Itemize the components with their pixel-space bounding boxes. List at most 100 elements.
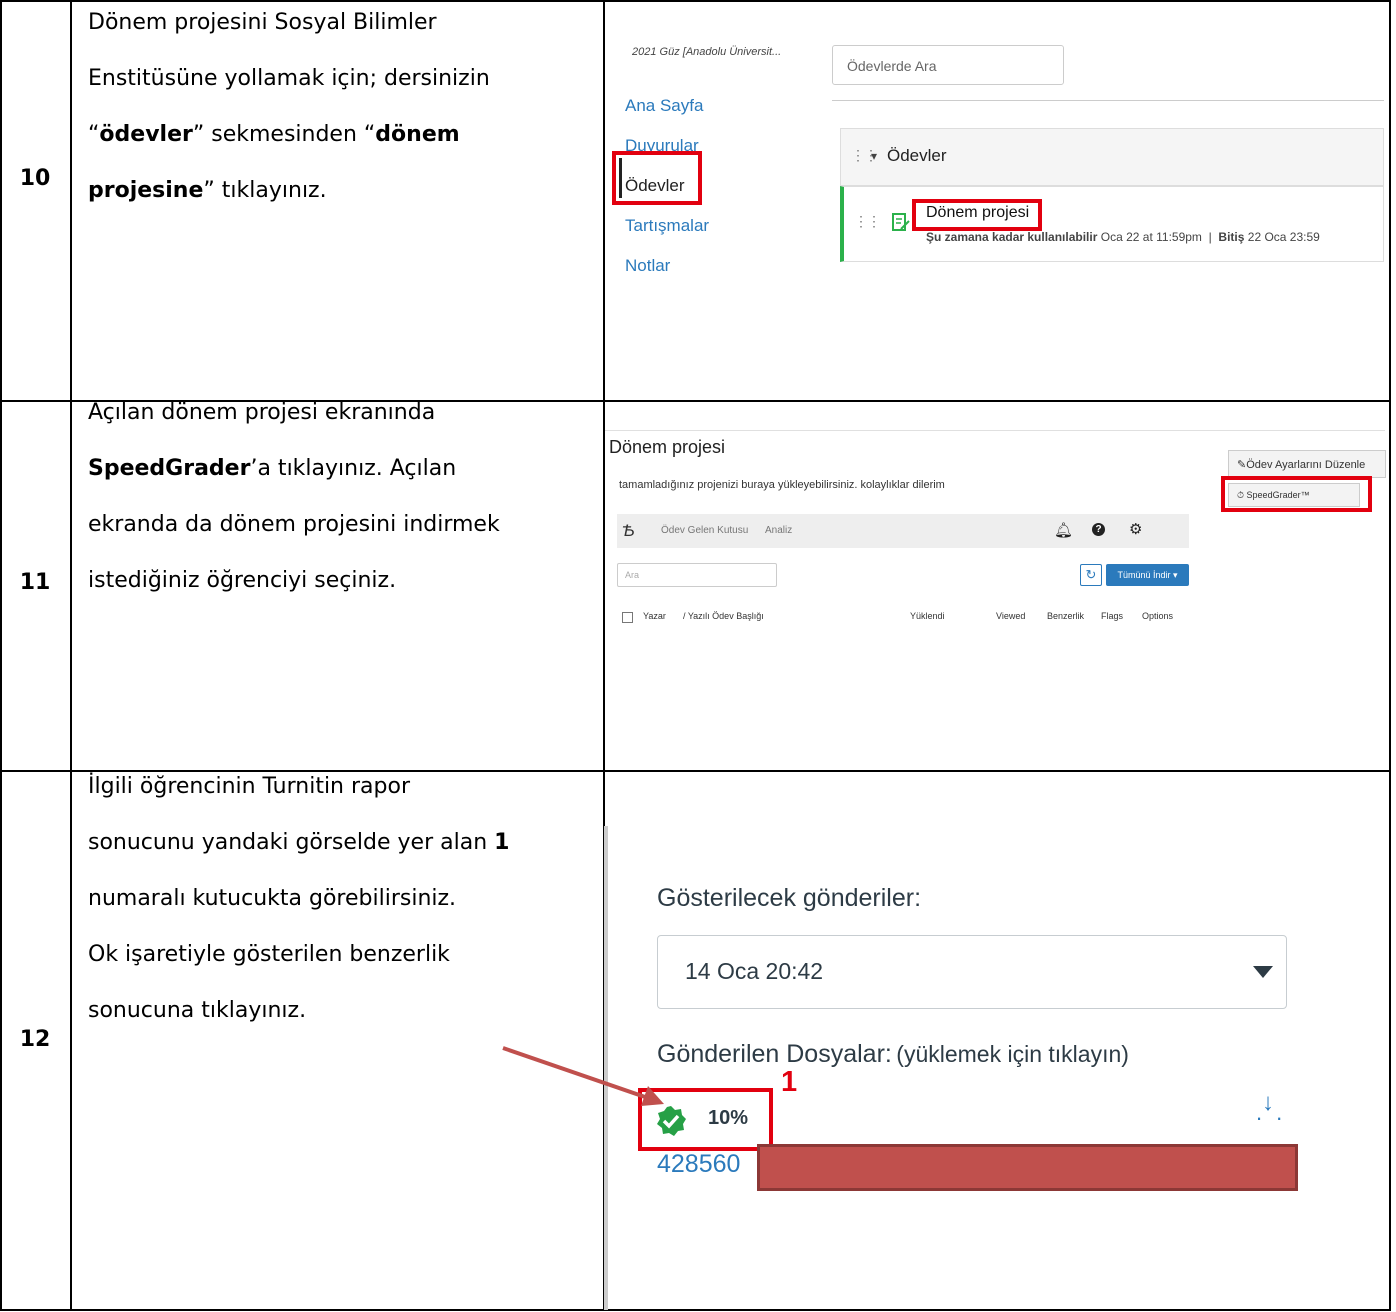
table-left-border — [0, 0, 2, 1311]
instruction-bold-text: dönem — [375, 122, 460, 147]
course-name: 2021 Güz [Anadolu Üniversit... — [632, 46, 782, 58]
search-placeholder: Ödevlerde Ara — [847, 58, 937, 74]
instruction-line: Dönem projesini Sosyal Bilimler — [88, 0, 593, 51]
bell-icon[interactable]: 🔔︎ — [1054, 521, 1073, 539]
instruction-text: sonucunu yandaki görselde yer alan — [88, 830, 495, 855]
instruction-line: numaralı kutucukta görebilirsiniz. — [88, 871, 593, 927]
instruction-text: “ — [88, 122, 100, 147]
assignment-description: tamamladığınız projenizi buraya yükleyeb… — [619, 479, 945, 491]
download-all-button[interactable]: Tümünü İndir ▾ — [1106, 564, 1189, 586]
column-header[interactable]: Benzerlik — [1047, 611, 1084, 621]
step-instructions: Açılan dönem projesi ekranında SpeedGrade… — [88, 385, 593, 609]
pencil-icon: ✎ — [1237, 459, 1247, 471]
table-right-border — [1389, 0, 1391, 1311]
instruction-text: istediğiniz öğrenciyi seçiniz. — [88, 568, 397, 593]
submitted-file-link[interactable]: 428560 — [657, 1150, 740, 1179]
edit-settings-button[interactable]: ✎Ödev Ayarlarını Düzenle — [1228, 450, 1386, 478]
group-title: Ödevler — [887, 146, 947, 165]
instruction-line: SpeedGrader’a tıklayınız. Açılan — [88, 441, 593, 497]
table-bottom-border — [0, 1309, 1391, 1311]
turnitin-toolbar: Ѣ Ödev Gelen Kutusu Analiz 🔔︎ ? ⚙ — [617, 514, 1189, 548]
step-number: 11 — [19, 570, 51, 595]
step-instructions: İlgili öğrencinin Turnitin rapor sonucunu… — [88, 759, 593, 1039]
assignment-page-title: Dönem projesi — [609, 437, 726, 457]
turnitin-search-input[interactable]: Ara — [617, 563, 777, 587]
column-divider — [70, 0, 72, 1311]
instruction-text: ekranda da dönem projesini indirmek — [88, 512, 500, 537]
download-icon-dots: .. — [1256, 1100, 1297, 1125]
highlight-box — [1221, 476, 1372, 512]
step-number: 10 — [19, 166, 51, 191]
redacted-filename-box — [757, 1144, 1298, 1191]
assignment-group-header[interactable]: ⋮⋮ ▾ Ödevler — [840, 128, 1384, 186]
highlight-box — [912, 199, 1042, 231]
files-heading: Gönderilen Dosyalar: (yüklemek için tıkl… — [657, 1040, 1129, 1069]
help-icon[interactable]: ? — [1092, 523, 1105, 536]
submission-select[interactable]: 14 Oca 20:42 — [657, 935, 1287, 1009]
column-header[interactable]: Yazar — [643, 611, 666, 621]
drag-handle-icon[interactable]: ⋮⋮ — [854, 213, 881, 230]
instruction-line: sonucuna tıklayınız. — [88, 983, 593, 1039]
column-header[interactable]: Viewed — [996, 611, 1025, 621]
instruction-line: “ödevler” sekmesinden “dönem — [88, 107, 593, 163]
instruction-text: ” sekmesinden “ — [192, 122, 376, 147]
instruction-text: Dönem projesini Sosyal Bilimler — [88, 10, 437, 35]
screenshot-top-border — [605, 430, 1385, 431]
column-header[interactable]: Flags — [1101, 611, 1123, 621]
column-header[interactable]: Options — [1142, 611, 1173, 621]
instruction-line: İlgili öğrencinin Turnitin rapor — [88, 759, 593, 815]
caret-down-icon: ▾ — [1173, 570, 1178, 580]
assignment-icon — [892, 213, 910, 231]
instruction-bold-text: 1 — [494, 830, 510, 855]
instruction-text: ” tıklayınız. — [203, 178, 327, 203]
highlight-box — [612, 151, 702, 205]
instruction-text: Açılan dönem projesi ekranında — [88, 400, 436, 425]
refresh-button[interactable]: ↻ — [1080, 564, 1102, 586]
screenshot-left-edge — [604, 826, 608, 1310]
settings-gear-icon[interactable]: ⚙ — [1129, 520, 1142, 538]
assignment-meta: Şu zamana kadar kullanılabilir Oca 22 at… — [926, 230, 1320, 244]
collapse-caret-icon[interactable]: ▾ — [871, 149, 877, 163]
availability-label: Şu zamana kadar kullanılabilir — [926, 230, 1098, 244]
instruction-text: numaralı kutucukta görebilirsiniz. — [88, 886, 457, 911]
meta-separator: | — [1205, 230, 1216, 244]
instruction-text: Ok işaretiyle gösterilen benzerlik — [88, 942, 450, 967]
step-instructions: Dönem projesini Sosyal Bilimler Enstitüsü… — [88, 0, 593, 219]
step-number: 12 — [19, 1027, 51, 1052]
nav-item-home[interactable]: Ana Sayfa — [625, 86, 709, 126]
search-placeholder: Ara — [625, 570, 640, 580]
nav-item-grades[interactable]: Notlar — [625, 246, 709, 286]
edit-settings-label: Ödev Ayarlarını Düzenle — [1246, 459, 1366, 471]
due-value: 22 Oca 23:59 — [1247, 230, 1320, 244]
instruction-line: Ok işaretiyle gösterilen benzerlik — [88, 927, 593, 983]
header-divider — [832, 100, 1384, 101]
submissions-heading: Gösterilecek gönderiler: — [657, 884, 922, 912]
tab-inbox[interactable]: Ödev Gelen Kutusu — [661, 525, 748, 536]
instruction-text: İlgili öğrencinin Turnitin rapor — [88, 774, 410, 799]
tab-analysis[interactable]: Analiz — [765, 525, 792, 536]
similarity-highlight-box — [638, 1088, 773, 1151]
instruction-line: istediğiniz öğrenciyi seçiniz. — [88, 553, 593, 609]
instruction-line: projesine” tıklayınız. — [88, 163, 593, 219]
column-header[interactable]: / Yazılı Ödev Başlığı — [683, 611, 764, 621]
files-hint: (yüklemek için tıklayın) — [896, 1041, 1129, 1067]
due-label: Bitiş — [1218, 230, 1245, 244]
instruction-bold-text: ödevler — [99, 122, 193, 147]
availability-value: Oca 22 at 11:59pm — [1100, 230, 1202, 244]
files-label: Gönderilen Dosyalar: — [657, 1040, 892, 1068]
instruction-line: sonucunu yandaki görselde yer alan 1 — [88, 815, 593, 871]
instruction-text: ’a tıklayınız. Açılan — [250, 456, 457, 481]
column-header[interactable]: Yüklendi — [910, 611, 945, 621]
instruction-line: Açılan dönem projesi ekranında — [88, 385, 593, 441]
instruction-line: ekranda da dönem projesini indirmek — [88, 497, 593, 553]
instruction-text: Enstitüsüne yollamak için; dersinizin — [88, 66, 490, 91]
instruction-bold-text: SpeedGrader — [88, 456, 251, 481]
nav-item-discussions[interactable]: Tartışmalar — [625, 206, 709, 246]
instruction-bold-text: projesine — [88, 178, 204, 203]
annotation-number: 1 — [781, 1066, 798, 1098]
select-all-checkbox[interactable] — [622, 612, 633, 623]
refresh-icon: ↻ — [1085, 567, 1097, 582]
search-assignments-input[interactable]: Ödevlerde Ara — [832, 45, 1064, 85]
caret-down-icon — [1253, 966, 1273, 978]
turnitin-logo-icon: Ѣ — [622, 521, 635, 540]
